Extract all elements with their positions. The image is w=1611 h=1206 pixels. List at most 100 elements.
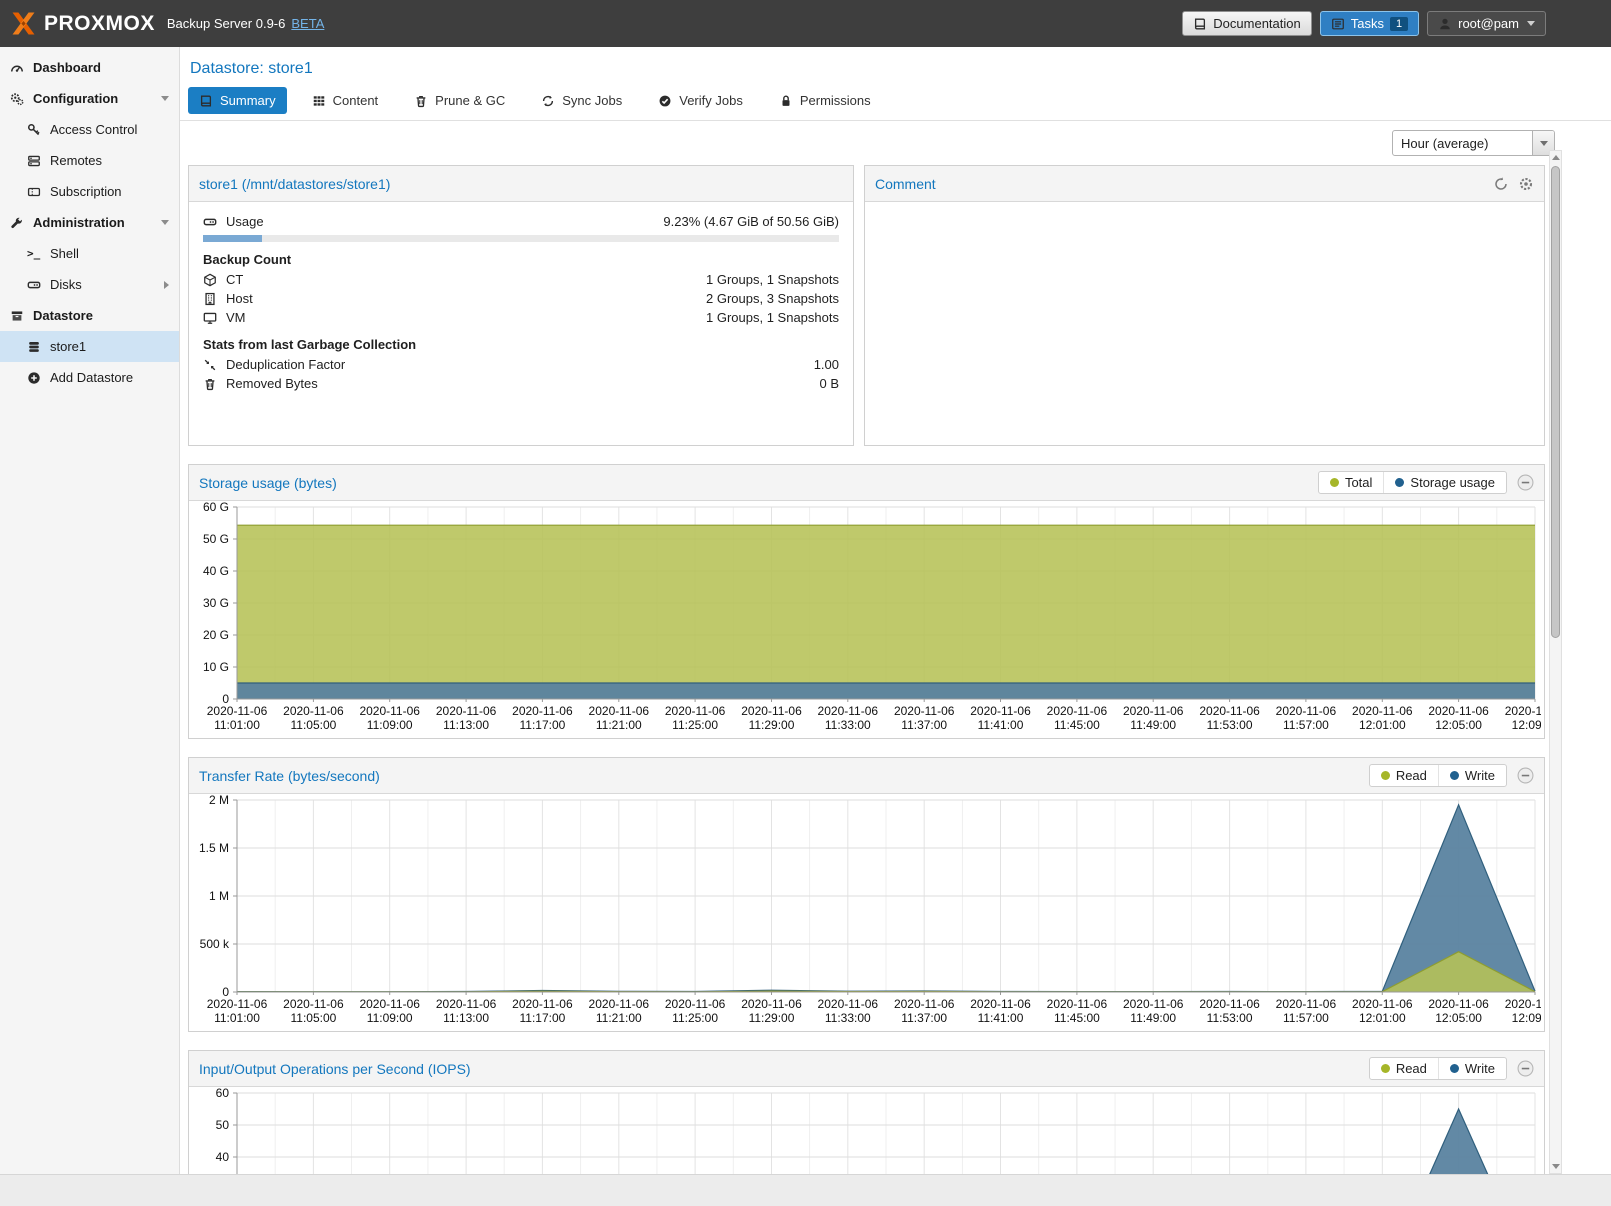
svg-text:12:01:00: 12:01:00: [1359, 1011, 1406, 1025]
sidebar-item-label: Configuration: [33, 91, 118, 106]
storage-usage-panel: Storage usage (bytes) Total Storage usag…: [188, 464, 1545, 739]
hdd-icon: [203, 215, 217, 229]
minus-circle-icon: [1517, 474, 1534, 491]
legend-item-total[interactable]: Total: [1319, 472, 1383, 493]
refresh-icon: [1493, 176, 1509, 192]
sidebar-item-add-datastore[interactable]: Add Datastore: [0, 362, 179, 393]
legend-item-storage-usage[interactable]: Storage usage: [1383, 472, 1506, 493]
hdd-icon: [27, 278, 41, 292]
ct-row: CT 1 Groups, 1 Snapshots: [203, 270, 839, 289]
svg-text:60: 60: [216, 1087, 230, 1100]
collapse-button[interactable]: [1517, 767, 1534, 784]
svg-text:11:41:00: 11:41:00: [978, 718, 1024, 732]
svg-text:12:05:00: 12:05:00: [1435, 718, 1482, 732]
building-icon: [203, 292, 217, 306]
svg-text:11:53:00: 11:53:00: [1207, 718, 1253, 732]
svg-text:30 G: 30 G: [203, 596, 229, 610]
sidebar-item-dashboard[interactable]: Dashboard: [0, 52, 179, 83]
compress-icon: [203, 358, 217, 372]
trash-icon: [414, 94, 428, 108]
backup-count-title: Backup Count: [203, 252, 839, 267]
svg-text:12:09:00: 12:09:00: [1512, 1011, 1541, 1025]
sidebar-item-access-control[interactable]: Access Control: [0, 114, 179, 145]
sidebar-item-configuration[interactable]: Configuration: [0, 83, 179, 114]
documentation-button[interactable]: Documentation: [1182, 11, 1311, 36]
sidebar-item-disks[interactable]: Disks: [0, 269, 179, 300]
legend-item-write[interactable]: Write: [1438, 765, 1506, 786]
svg-text:2020-11-06: 2020-11-06: [1505, 997, 1541, 1011]
svg-text:12:05:00: 12:05:00: [1435, 1011, 1482, 1025]
svg-text:2020-11-06: 2020-11-06: [894, 997, 955, 1011]
svg-text:11:29:00: 11:29:00: [749, 718, 795, 732]
legend-item-read[interactable]: Read: [1370, 765, 1438, 786]
svg-text:11:25:00: 11:25:00: [672, 718, 718, 732]
svg-text:2020-11-06: 2020-11-06: [436, 997, 497, 1011]
beta-link[interactable]: BETA: [291, 16, 324, 31]
tab-content[interactable]: Content: [301, 87, 390, 114]
legend-item-read[interactable]: Read: [1370, 1058, 1438, 1079]
window-bottom-strip: [0, 1174, 1611, 1206]
collapse-arrow-icon[interactable]: [161, 96, 169, 101]
svg-text:2020-11-06: 2020-11-06: [1505, 704, 1541, 718]
task-list-icon: [1331, 17, 1345, 31]
svg-text:2020-11-06: 2020-11-06: [359, 997, 420, 1011]
app-window: PROXMOX Backup Server 0.9-6 BETA Documen…: [0, 0, 1611, 1174]
sidebar-item-remotes[interactable]: Remotes: [0, 145, 179, 176]
svg-text:2020-11-06: 2020-11-06: [1276, 997, 1337, 1011]
refresh-button[interactable]: [1493, 176, 1509, 192]
tasks-button[interactable]: Tasks 1: [1320, 11, 1419, 36]
tasks-label: Tasks: [1351, 16, 1384, 31]
monitor-icon: [203, 311, 217, 325]
svg-text:2020-11-06: 2020-11-06: [818, 997, 879, 1011]
legend-item-write[interactable]: Write: [1438, 1058, 1506, 1079]
legend-label: Read: [1396, 768, 1427, 783]
sidebar-item-datastore[interactable]: Datastore: [0, 300, 179, 331]
tab-bar: Summary Content: [180, 87, 1611, 121]
svg-text:50: 50: [216, 1118, 230, 1132]
svg-text:11:37:00: 11:37:00: [901, 1011, 947, 1025]
collapse-button[interactable]: [1517, 474, 1534, 491]
vm-row: VM 1 Groups, 1 Snapshots: [203, 308, 839, 327]
svg-text:11:49:00: 11:49:00: [1130, 1011, 1176, 1025]
sidebar-item-administration[interactable]: Administration: [0, 207, 179, 238]
check-circle-icon: [658, 94, 672, 108]
tab-summary[interactable]: Summary: [188, 87, 287, 114]
tab-permissions[interactable]: Permissions: [768, 87, 882, 114]
iops-panel: Input/Output Operations per Second (IOPS…: [188, 1050, 1545, 1174]
row-label: CT: [226, 272, 243, 287]
storage-usage-chart: 010 G20 G30 G40 G50 G60 G2020-11-0611:01…: [191, 501, 1541, 735]
svg-text:2020-11-06: 2020-11-06: [1199, 704, 1260, 718]
svg-text:2020-11-06: 2020-11-06: [589, 704, 650, 718]
chart-toolbar: Hour (average): [180, 121, 1611, 158]
svg-text:11:49:00: 11:49:00: [1130, 718, 1176, 732]
sidebar-item-subscription[interactable]: Subscription: [0, 176, 179, 207]
settings-button[interactable]: [1518, 176, 1534, 192]
collapse-button[interactable]: [1517, 1060, 1534, 1077]
comment-body[interactable]: [865, 202, 1544, 445]
row-value: 1 Groups, 1 Snapshots: [706, 272, 839, 287]
tab-sync-jobs[interactable]: Sync Jobs: [530, 87, 633, 114]
scrollbar-thumb[interactable]: [1551, 166, 1560, 638]
svg-text:11:57:00: 11:57:00: [1283, 718, 1329, 732]
tab-verify-jobs[interactable]: Verify Jobs: [647, 87, 754, 114]
svg-text:2020-11-06: 2020-11-06: [1123, 704, 1184, 718]
svg-text:2020-11-06: 2020-11-06: [1352, 997, 1413, 1011]
chart-legend: Read Write: [1369, 1057, 1507, 1080]
scroll-down-arrow[interactable]: [1550, 1160, 1561, 1173]
panel-title: Input/Output Operations per Second (IOPS…: [199, 1061, 471, 1077]
page-title: Datastore: store1: [180, 47, 1611, 87]
expand-arrow-icon[interactable]: [164, 281, 169, 289]
vertical-scrollbar[interactable]: [1549, 150, 1562, 1174]
user-menu-button[interactable]: root@pam: [1427, 11, 1546, 36]
collapse-arrow-icon[interactable]: [161, 220, 169, 225]
sidebar-item-store1[interactable]: store1: [0, 331, 179, 362]
scroll-up-arrow[interactable]: [1550, 151, 1561, 164]
row-label: Host: [226, 291, 253, 306]
tab-prune-gc[interactable]: Prune & GC: [403, 87, 516, 114]
sidebar-item-shell[interactable]: >_ Shell: [0, 238, 179, 269]
timeframe-select[interactable]: Hour (average): [1392, 130, 1555, 156]
ticket-icon: [27, 185, 41, 199]
svg-text:12:09:00: 12:09:00: [1512, 718, 1541, 732]
sidebar: Dashboard Configuration Access Control: [0, 47, 180, 1174]
svg-text:2020-11-06: 2020-11-06: [1199, 997, 1260, 1011]
